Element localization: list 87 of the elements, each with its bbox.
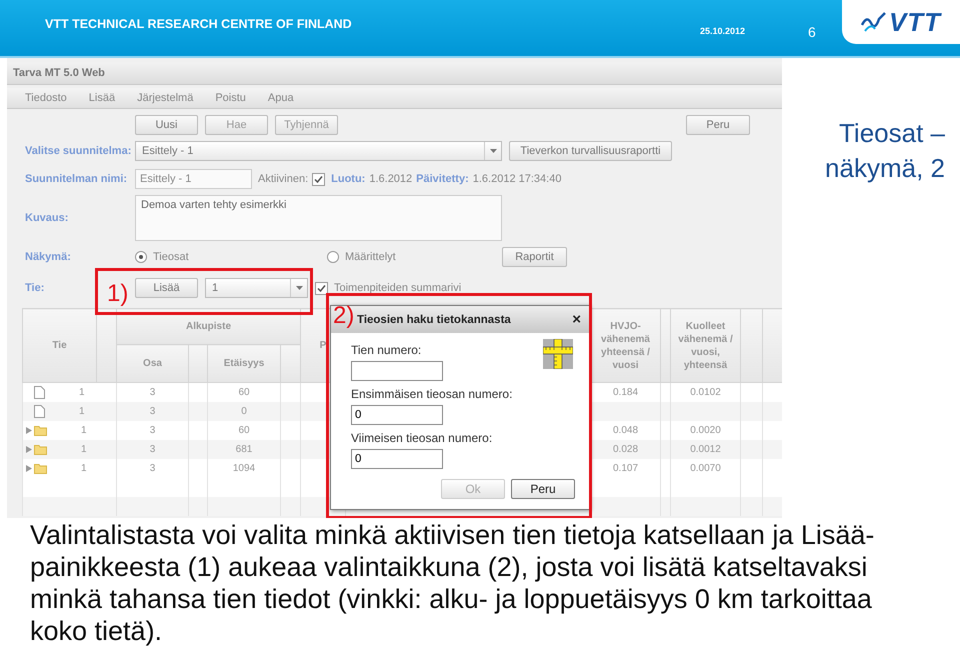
table-cell: 3 bbox=[116, 382, 188, 402]
description-field[interactable]: Demoa varten tehty esimerkki bbox=[135, 195, 502, 241]
cancel-button[interactable]: Peru bbox=[511, 479, 575, 499]
field-label: Viimeisen tieosan numero: bbox=[351, 431, 494, 445]
field-label: Ensimmäisen tieosan numero: bbox=[351, 387, 512, 401]
column-header: Tie bbox=[22, 308, 96, 382]
column-header: Etäisyys bbox=[208, 344, 280, 382]
table-cell: 3 bbox=[116, 402, 188, 421]
field-label: Päivitetty: bbox=[416, 173, 469, 185]
field-label: Näkymä: bbox=[25, 251, 72, 263]
expand-arrow-icon[interactable] bbox=[26, 446, 32, 453]
caret-icon bbox=[490, 149, 496, 153]
cancel-button[interactable]: Peru bbox=[686, 115, 750, 135]
column-header: Osa bbox=[116, 344, 188, 382]
annotation-label: 1) bbox=[107, 280, 128, 308]
field-label: Kuvaus: bbox=[25, 212, 70, 224]
wave-logo-icon bbox=[860, 11, 887, 33]
column-header: Kuolleet vähenemä / vuosi, yhteensä bbox=[670, 308, 741, 382]
table-cell: 681 bbox=[208, 440, 280, 459]
menu-item[interactable]: Poistu bbox=[215, 92, 246, 104]
add-button[interactable]: Lisää bbox=[135, 278, 198, 298]
table-cell: 0.184 bbox=[590, 382, 661, 402]
table-cell: 1 bbox=[81, 463, 87, 474]
table-cell: 3 bbox=[116, 440, 188, 459]
column-header: HVJO-vähenemä yhteensä / vuosi bbox=[590, 308, 661, 382]
dialog-title: Tieosien haku tietokannasta bbox=[357, 314, 512, 326]
reports-button[interactable]: Raportit bbox=[502, 247, 567, 267]
summary-checkbox[interactable] bbox=[315, 282, 328, 294]
radio-label: Määrittelyt bbox=[345, 251, 397, 263]
expand-arrow-icon[interactable] bbox=[26, 465, 32, 472]
field-label: Luotu: bbox=[331, 173, 366, 185]
file-icon bbox=[34, 386, 45, 399]
field-label: Aktiivinen: bbox=[258, 173, 308, 185]
number-field[interactable]: 0 bbox=[351, 405, 443, 425]
column-header: Alkupiste bbox=[116, 308, 301, 344]
checkbox-label: Toimenpiteiden summarivi bbox=[334, 282, 462, 294]
page-number: 6 bbox=[808, 24, 817, 40]
menu-item[interactable]: Lisää bbox=[88, 92, 116, 104]
field-label: Tie: bbox=[25, 282, 46, 294]
field-label: Tien numero: bbox=[351, 343, 422, 357]
road-dropdown[interactable]: 1 bbox=[205, 278, 308, 298]
table-cell: 0.0102 bbox=[670, 382, 741, 402]
toolbar-button[interactable]: Uusi bbox=[135, 115, 198, 135]
caret-icon bbox=[296, 286, 302, 290]
table-cell: 0 bbox=[208, 402, 280, 421]
created-date: 1.6.2012 bbox=[369, 173, 412, 185]
table-cell: 1 bbox=[79, 387, 85, 398]
report-button[interactable]: Tieverkon turvallisuusraportti bbox=[509, 141, 672, 161]
table-cell: 0.107 bbox=[590, 459, 661, 478]
expand-arrow-icon[interactable] bbox=[26, 427, 32, 434]
menu-item[interactable]: Järjestelmä bbox=[137, 92, 194, 104]
number-field[interactable]: 0 bbox=[351, 449, 443, 469]
close-button[interactable]: × bbox=[572, 311, 581, 328]
table-cell: 0.0012 bbox=[670, 440, 741, 459]
folder-icon bbox=[34, 425, 47, 436]
updated-date: 1.6.2012 17:34:40 bbox=[472, 173, 562, 185]
ruler-icon bbox=[543, 339, 573, 369]
caption-text: Valintalistasta voi valita minkä aktiivisen tien tietoja katsellaan ja Lisää-painikkeesta (1) aukeaa valintaikkuna (2), josta voi lisätä katseltavaksi minkä tahansa tien tiedot (vinkki: alku- ja loppuetäisyys 0 km tarkoittaa koko tietä). bbox=[30, 519, 875, 647]
number-field[interactable] bbox=[351, 361, 443, 381]
table-cell: 3 bbox=[116, 421, 188, 440]
menu-item[interactable]: Tiedosto bbox=[25, 92, 67, 104]
radio-label: Tieosat bbox=[153, 251, 190, 263]
table-cell: 3 bbox=[116, 459, 188, 478]
table-cell: 0.0020 bbox=[670, 421, 741, 440]
table-cell: 1 bbox=[81, 444, 87, 455]
table-cell: 1094 bbox=[208, 459, 280, 478]
active-checkbox[interactable] bbox=[312, 172, 326, 186]
table-cell: 60 bbox=[208, 421, 280, 440]
table-cell: 0.028 bbox=[590, 440, 661, 459]
table-cell: 0.0070 bbox=[670, 459, 741, 478]
slide-date: 25.10.2012 bbox=[700, 26, 746, 36]
slide-title: Tieosat – näkymä, 2 bbox=[824, 117, 945, 185]
folder-icon bbox=[34, 444, 47, 455]
radio-button[interactable] bbox=[327, 251, 339, 263]
plan-dropdown[interactable]: Esittely - 1 bbox=[135, 141, 502, 161]
folder-icon bbox=[34, 463, 47, 474]
file-icon bbox=[34, 405, 45, 418]
logo-text: VTT bbox=[888, 6, 942, 38]
table-cell: 0.048 bbox=[590, 421, 661, 440]
field-label: Valitse suunnitelma: bbox=[25, 145, 132, 157]
menu-item[interactable]: Apua bbox=[268, 92, 294, 104]
table-cell: 1 bbox=[81, 425, 87, 436]
field-label: Suunnitelman nimi: bbox=[25, 173, 128, 185]
radio-button[interactable] bbox=[135, 251, 147, 263]
table-cell: 1 bbox=[79, 406, 85, 417]
table-cell: 60 bbox=[208, 382, 280, 402]
organization-name: VTT TECHNICAL RESEARCH CENTRE OF FINLAND bbox=[45, 17, 353, 31]
